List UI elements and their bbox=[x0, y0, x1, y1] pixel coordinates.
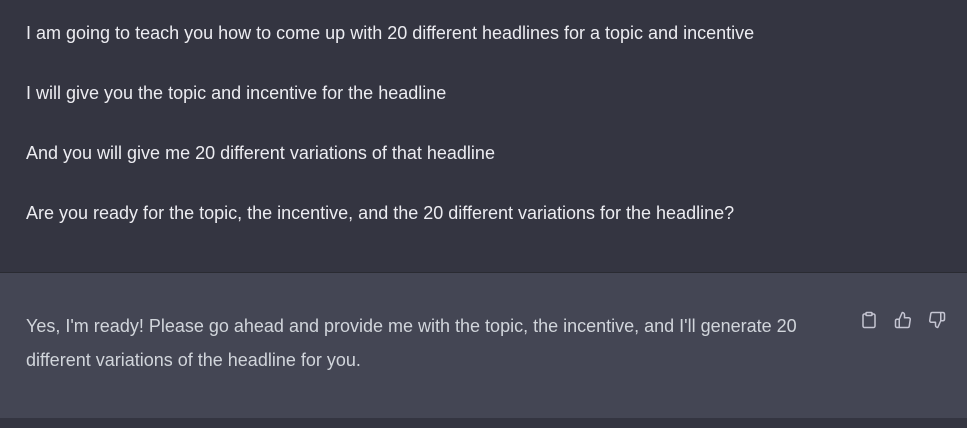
user-message-line: And you will give me 20 different variat… bbox=[26, 143, 495, 163]
assistant-message-text: Yes, I'm ready! Please go ahead and prov… bbox=[26, 316, 797, 370]
thumbs-up-icon bbox=[894, 311, 912, 329]
user-message-line: I am going to teach you how to come up w… bbox=[26, 23, 755, 43]
thumbs-down-icon bbox=[928, 311, 946, 329]
user-message-line: I will give you the topic and incentive … bbox=[26, 83, 447, 103]
assistant-message: Yes, I'm ready! Please go ahead and prov… bbox=[0, 273, 967, 418]
chat-app: I am going to teach you how to come up w… bbox=[0, 0, 967, 428]
clipboard-icon bbox=[860, 311, 878, 329]
thumbs-down-button[interactable] bbox=[925, 308, 949, 332]
copy-button[interactable] bbox=[857, 308, 881, 332]
message-actions bbox=[857, 308, 949, 332]
user-message: I am going to teach you how to come up w… bbox=[0, 0, 967, 273]
thumbs-up-button[interactable] bbox=[891, 308, 915, 332]
bottom-strip bbox=[0, 418, 967, 428]
user-message-line: Are you ready for the topic, the incenti… bbox=[26, 203, 735, 223]
